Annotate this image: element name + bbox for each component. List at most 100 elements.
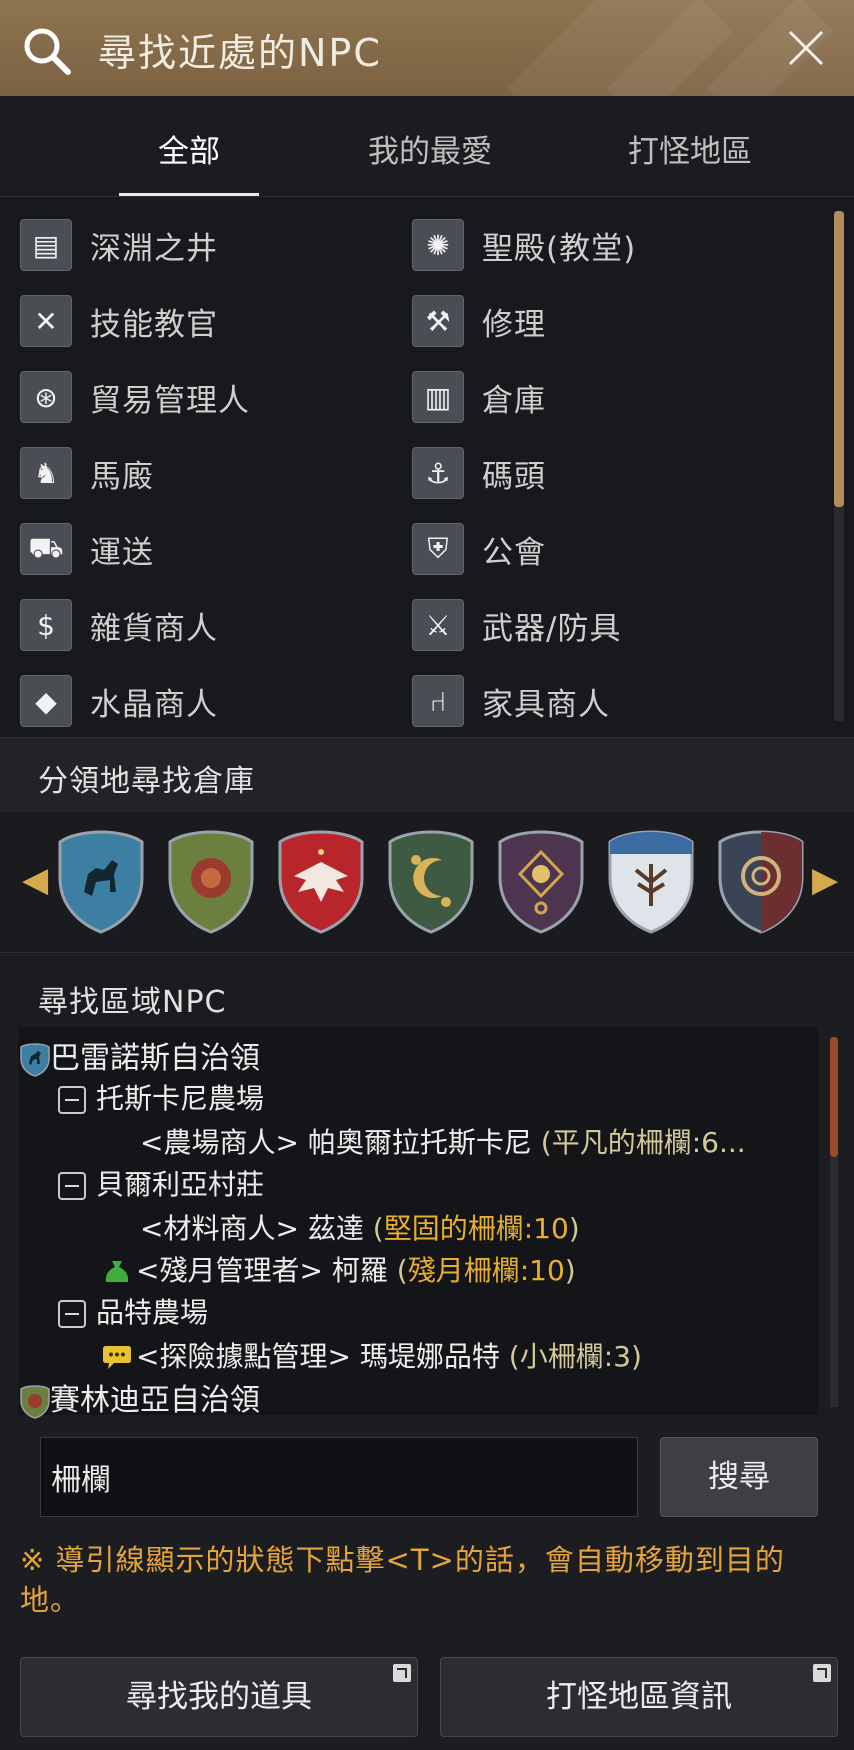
npc-name: 茲達 <box>307 1212 364 1245</box>
monster-zone-info-button[interactable]: 打怪地區資訊 <box>440 1657 838 1737</box>
tree-npc-crescent-manager[interactable]: <殘月管理者> 柯羅 (殘月柵欄:10) <box>102 1249 576 1289</box>
crystal-icon: ◆ <box>20 675 72 727</box>
npc-detail: (平凡的柵欄:6... <box>540 1126 746 1159</box>
category-scrollbar-thumb[interactable] <box>834 211 844 507</box>
tree-node-label: 貝爾利亞村莊 <box>96 1168 265 1201</box>
window-header: 尋找近處的NPC <box>0 0 854 96</box>
tree-npc-exploration-node-manager[interactable]: <探險據點管理> 瑪堤娜品特 (小柵欄:3) <box>102 1335 642 1375</box>
chest-icon: ▥ <box>412 371 464 423</box>
npc-category-list: ▤ 深淵之井 ✕ 技能教官 ⊛ 貿易管理人 ♞ 馬廄 ⛟ 運送 $ 雜貨商人 ◆… <box>0 197 854 737</box>
anvil-icon: ⚒ <box>412 295 464 347</box>
npc-category-label: 修理 <box>482 306 546 343</box>
npc-category-stable[interactable]: ♞ 馬廄 <box>20 443 154 503</box>
tree-node-belia-village[interactable]: 貝爾利亞村莊 <box>58 1163 264 1203</box>
npc-category-label: 碼頭 <box>482 458 546 495</box>
npc-category-furniture[interactable]: ⑁ 家具商人 <box>412 671 610 731</box>
collapse-icon[interactable] <box>58 1172 86 1200</box>
moon-shield-icon[interactable] <box>386 830 476 934</box>
npc-category-label: 雜貨商人 <box>90 610 218 647</box>
balenos-shield-icon <box>20 1042 50 1077</box>
npc-category-label: 聖殿(教堂) <box>482 230 637 267</box>
npc-category-weapon-armor[interactable]: ⚔ 武器/防具 <box>412 595 621 655</box>
horse-shield-icon[interactable] <box>56 830 146 934</box>
tree-region-serendia[interactable]: 賽林迪亞自治領 <box>20 1375 260 1419</box>
territory-section-header: 分領地尋找倉庫 <box>0 737 854 813</box>
popout-icon <box>393 1664 411 1682</box>
npc-category-general-goods[interactable]: $ 雜貨商人 <box>20 595 218 655</box>
npc-category-crystal-merchant[interactable]: ◆ 水晶商人 <box>20 671 218 731</box>
carousel-next-arrow-icon[interactable]: ▶ <box>812 860 838 900</box>
npc-category-wharf[interactable]: ⚓ 碼頭 <box>412 443 546 503</box>
knot-shield-icon[interactable] <box>716 830 806 934</box>
area-section-title: 尋找區域NPC <box>38 985 227 1020</box>
npc-detail-open: ( <box>372 1212 384 1245</box>
npc-category-label: 深淵之井 <box>90 230 218 267</box>
tree-npc-farm-merchant[interactable]: <農場商人> 帕奧爾拉托斯卡尼 (平凡的柵欄:6... <box>140 1121 746 1161</box>
search-button[interactable]: 搜尋 <box>660 1437 818 1517</box>
tree-region-balenos[interactable]: 巴雷諾斯自治領 <box>20 1033 260 1077</box>
button-label: 打怪地區資訊 <box>546 1679 732 1715</box>
guild-crest-icon: ⛨ <box>412 523 464 575</box>
tree-node-label: 托斯卡尼農場 <box>96 1082 265 1115</box>
horse-icon: ♞ <box>20 447 72 499</box>
area-section-header: 尋找區域NPC <box>0 952 854 1027</box>
npc-detail-open: ( <box>396 1254 408 1287</box>
tree-scrollbar-thumb[interactable] <box>830 1037 838 1157</box>
chair-icon: ⑁ <box>412 675 464 727</box>
tree-node-pinto-farm[interactable]: 品特農場 <box>58 1291 208 1331</box>
npc-role: <殘月管理者> <box>136 1254 323 1287</box>
money-bag-green-icon <box>105 1261 129 1282</box>
close-icon[interactable] <box>786 28 826 68</box>
well-icon: ▤ <box>20 219 72 271</box>
carousel-prev-arrow-icon[interactable]: ◀ <box>22 860 48 900</box>
tree-region-label: 巴雷諾斯自治領 <box>50 1041 260 1076</box>
npc-category-guild[interactable]: ⛨ 公會 <box>412 519 546 579</box>
npc-detail: 堅固的柵欄:10 <box>383 1212 569 1245</box>
npc-category-skill-instructor[interactable]: ✕ 技能教官 <box>20 291 218 351</box>
tree-node-label: 品特農場 <box>96 1296 209 1329</box>
wheel-icon: ⊛ <box>20 371 72 423</box>
eagle-shield-icon[interactable] <box>276 830 366 934</box>
weapon-armor-icon: ⚔ <box>412 599 464 651</box>
speech-bubble-icon <box>103 1346 131 1369</box>
npc-category-label: 倉庫 <box>482 382 546 419</box>
npc-category-label: 貿易管理人 <box>90 382 250 419</box>
npc-category-label: 公會 <box>482 534 546 571</box>
window-title: 尋找近處的NPC <box>98 31 382 75</box>
npc-detail-close: ) <box>568 1212 580 1245</box>
tree-region-label: 賽林迪亞自治領 <box>50 1383 260 1418</box>
tab-all[interactable]: 全部 <box>119 126 259 171</box>
tree-npc-material-merchant[interactable]: <材料商人> 茲達 (堅固的柵欄:10) <box>140 1207 580 1247</box>
npc-search-input[interactable] <box>40 1437 638 1517</box>
tab-favorites[interactable]: 我的最愛 <box>350 126 510 171</box>
search-icon <box>24 28 71 75</box>
npc-category-repair[interactable]: ⚒ 修理 <box>412 291 546 351</box>
tab-monster-zones[interactable]: 打怪地區 <box>610 126 770 171</box>
npc-category-temple[interactable]: ✺ 聖殿(教堂) <box>412 215 636 275</box>
eye-shield-icon[interactable] <box>496 830 586 934</box>
tree-shield-icon[interactable] <box>606 830 696 934</box>
npc-role: <探險據點管理> <box>136 1340 351 1373</box>
active-tab-indicator <box>119 193 259 196</box>
npc-category-trade-manager[interactable]: ⊛ 貿易管理人 <box>20 367 250 427</box>
npc-category-abyss-well[interactable]: ▤ 深淵之井 <box>20 215 218 275</box>
lion-shield-icon[interactable] <box>166 830 256 934</box>
collapse-icon[interactable] <box>58 1300 86 1328</box>
npc-category-transport[interactable]: ⛟ 運送 <box>20 519 154 579</box>
npc-category-label: 運送 <box>90 534 154 571</box>
find-my-items-button[interactable]: 尋找我的道具 <box>20 1657 418 1737</box>
serendia-shield-icon <box>20 1384 50 1419</box>
tree-node-toscani-farm[interactable]: 托斯卡尼農場 <box>58 1077 264 1117</box>
tab-bar: 全部 我的最愛 打怪地區 <box>0 96 854 197</box>
anchor-icon: ⚓ <box>412 447 464 499</box>
npc-role: <農場商人> <box>140 1126 299 1159</box>
npc-category-storage[interactable]: ▥ 倉庫 <box>412 367 546 427</box>
guide-notice: ※ 導引線顯示的狀態下點擊<T>的話，會自動移動到目的地。 <box>20 1543 785 1617</box>
collapse-icon[interactable] <box>58 1086 86 1114</box>
npc-detail: 殘月柵欄:10 <box>407 1254 565 1287</box>
temple-icon: ✺ <box>412 219 464 271</box>
territory-shield-carousel: ◀ ▶ <box>0 812 854 952</box>
crossed-axes-icon: ✕ <box>20 295 72 347</box>
area-npc-tree: 巴雷諾斯自治領 托斯卡尼農場 <農場商人> 帕奧爾拉托斯卡尼 (平凡的柵欄:6.… <box>18 1027 838 1419</box>
npc-detail: (小柵欄:3) <box>508 1340 642 1373</box>
